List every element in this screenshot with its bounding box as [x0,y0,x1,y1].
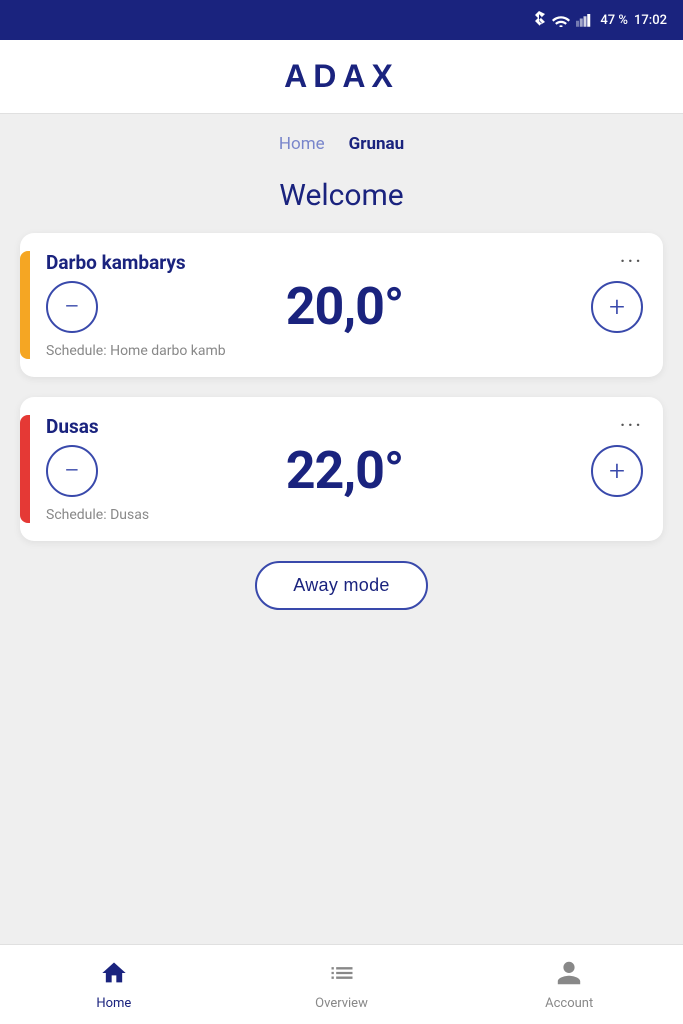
device-menu-darbo[interactable]: ··· [620,252,643,274]
increase-temp-dusas[interactable]: + [591,445,643,497]
wifi-icon [552,13,570,27]
card-body-darbo: Darbo kambarys ··· − 20,0° + Schedule: H… [46,251,643,359]
nav-overview-label: Overview [315,996,368,1011]
decrease-temp-dusas[interactable]: − [46,445,98,497]
app-header: ADAX [0,40,683,114]
breadcrumb-grunau[interactable]: Grunau [349,134,404,154]
current-time: 17:02 [634,13,667,28]
signal-icon [576,13,594,27]
nav-home[interactable]: Home [0,945,228,1024]
device-menu-dusas[interactable]: ··· [620,416,643,438]
card-body-dusas: Dusas ··· − 22,0° + Schedule: Dusas [46,415,643,523]
breadcrumb: Home Grunau [0,114,683,164]
away-mode-container: Away mode [0,561,683,610]
nav-account[interactable]: Account [455,945,683,1024]
status-icons: 47 % 17:02 [532,11,667,29]
nav-overview[interactable]: Overview [228,945,456,1024]
device-card-darbo: Darbo kambarys ··· − 20,0° + Schedule: H… [20,233,663,377]
welcome-title: Welcome [0,164,683,233]
nav-account-label: Account [545,996,593,1011]
app-logo: ADAX [284,58,399,95]
bottom-nav: Home Overview Account [0,944,683,1024]
card-controls-darbo: − 20,0° + [46,278,643,335]
list-icon [328,959,356,992]
card-header-darbo: Darbo kambarys ··· [46,251,643,274]
bluetooth-icon [532,11,546,29]
main-content: Home Grunau Welcome Darbo kambarys ··· −… [0,114,683,1024]
device-name-dusas: Dusas [46,415,99,438]
decrease-temp-darbo[interactable]: − [46,281,98,333]
status-bar: 47 % 17:02 [0,0,683,40]
away-mode-button[interactable]: Away mode [255,561,427,610]
device-name-darbo: Darbo kambarys [46,251,186,274]
breadcrumb-home[interactable]: Home [279,134,325,154]
card-controls-dusas: − 22,0° + [46,442,643,499]
device-schedule-dusas: Schedule: Dusas [46,507,643,523]
person-icon [555,959,583,992]
card-bar-red [20,415,30,523]
increase-temp-darbo[interactable]: + [591,281,643,333]
device-temp-dusas: 22,0° [286,442,404,499]
device-temp-darbo: 20,0° [286,278,404,335]
home-icon [100,959,128,992]
device-schedule-darbo: Schedule: Home darbo kamb [46,343,643,359]
card-header-dusas: Dusas ··· [46,415,643,438]
card-bar-yellow [20,251,30,359]
nav-home-label: Home [96,996,131,1011]
battery-status: 47 % [600,13,628,28]
device-card-dusas: Dusas ··· − 22,0° + Schedule: Dusas [20,397,663,541]
